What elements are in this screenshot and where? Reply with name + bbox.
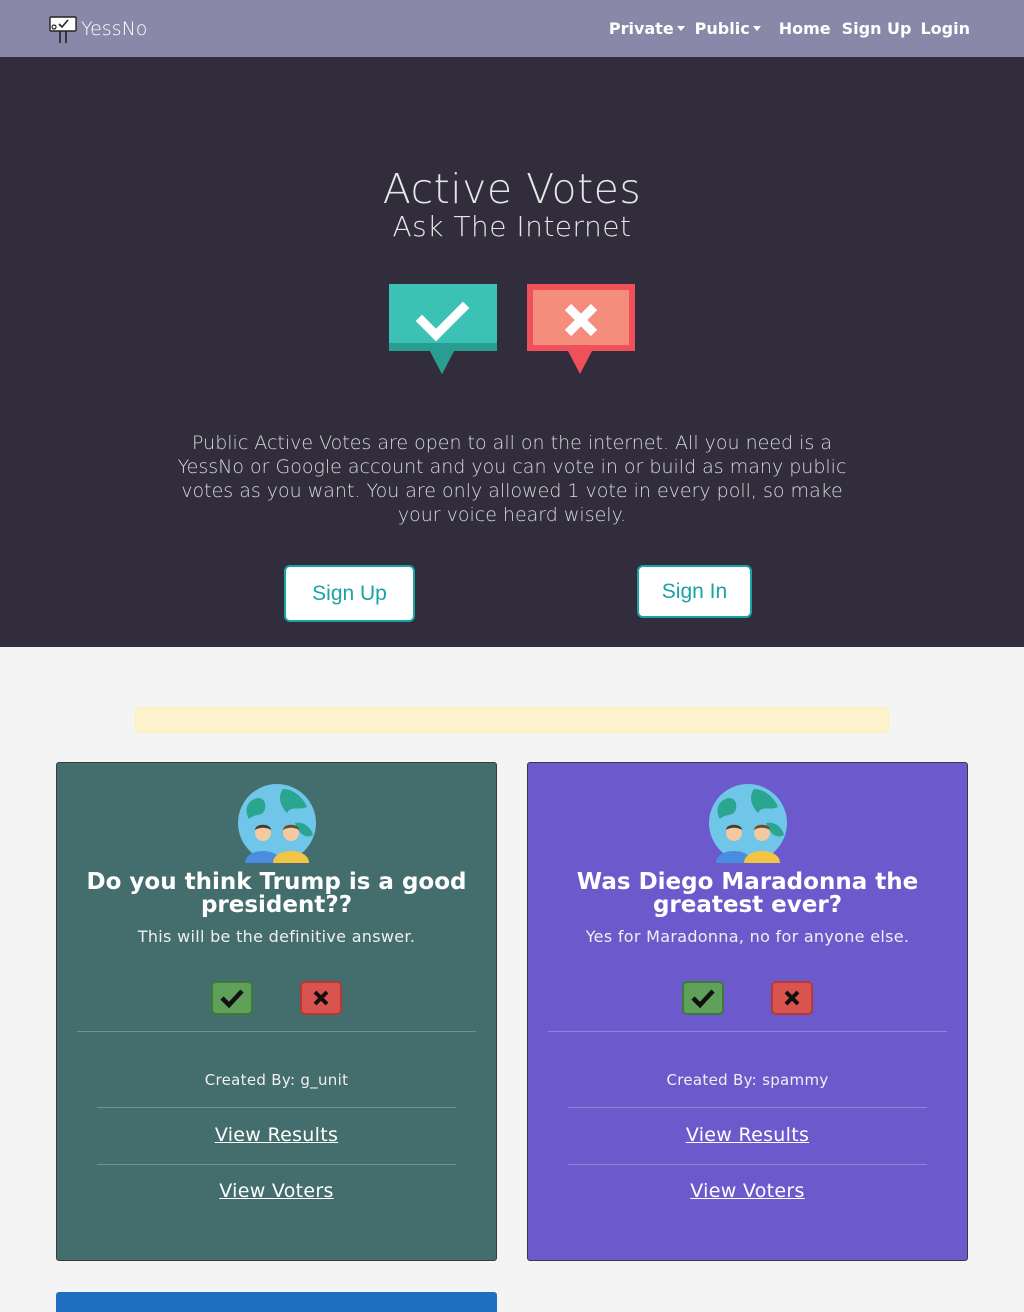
view-results-link[interactable]: View Results	[528, 1124, 967, 1146]
check-speech-icon	[389, 284, 497, 374]
signin-button[interactable]: Sign In	[637, 565, 752, 618]
poll-creator: Created By: g_unit	[204, 1071, 349, 1089]
page-subtitle: Ask The Internet	[392, 210, 632, 243]
view-voters-link[interactable]: View Voters	[528, 1180, 967, 1202]
divider	[97, 1164, 456, 1165]
poll-card: Do you think Trump is a good president??…	[56, 762, 497, 1261]
nav-public-dropdown[interactable]: Public	[695, 19, 761, 38]
globe-people-icon	[708, 783, 788, 863]
vote-no-button[interactable]	[771, 981, 813, 1015]
next-poll-card	[56, 1292, 497, 1312]
brand-link[interactable]: YessNo	[47, 13, 147, 45]
poll-title: Do you think Trump is a good president??	[86, 869, 467, 918]
navbar: YessNo Private Public Home Sign Up Login	[0, 0, 1024, 57]
view-results-link[interactable]: View Results	[57, 1124, 496, 1146]
poll-title: Was Diego Maradonna the greatest ever?	[576, 869, 919, 918]
nav-home-link[interactable]: Home	[779, 19, 831, 38]
check-icon	[220, 989, 244, 1009]
nav-login-link[interactable]: Login	[920, 19, 970, 38]
x-speech-icon	[527, 284, 635, 374]
check-icon	[691, 989, 715, 1009]
divider	[568, 1164, 927, 1165]
nav-signup-link[interactable]: Sign Up	[842, 19, 912, 38]
hero-icons	[388, 283, 636, 375]
x-icon	[784, 990, 800, 1006]
poll-description: Yes for Maradonna, no for anyone else.	[585, 927, 910, 946]
alert-banner	[135, 707, 889, 733]
poll-description: This will be the definitive answer.	[137, 927, 416, 946]
divider	[97, 1107, 456, 1108]
globe-people-icon	[237, 783, 317, 863]
vote-yes-button[interactable]	[682, 981, 724, 1015]
nav-private-dropdown[interactable]: Private	[609, 19, 685, 38]
divider	[548, 1031, 947, 1032]
poll-creator: Created By: spammy	[666, 1071, 829, 1089]
divider	[568, 1107, 927, 1108]
vote-no-button[interactable]	[300, 981, 342, 1015]
divider	[77, 1031, 476, 1032]
vote-sign-icon	[47, 13, 79, 45]
view-voters-link[interactable]: View Voters	[57, 1180, 496, 1202]
brand-name: YessNo	[81, 17, 148, 40]
page-title: Active Votes	[382, 165, 642, 213]
poll-card: Was Diego Maradonna the greatest ever? Y…	[527, 762, 968, 1261]
hero-description: Public Active Votes are open to all on t…	[177, 432, 847, 526]
vote-yes-button[interactable]	[211, 981, 253, 1015]
signup-button[interactable]: Sign Up	[284, 565, 415, 622]
x-icon	[313, 990, 329, 1006]
hero-section: Active Votes Ask The Internet Public Act…	[0, 57, 1024, 647]
nav-menu: Private Public Home Sign Up Login	[609, 19, 970, 38]
